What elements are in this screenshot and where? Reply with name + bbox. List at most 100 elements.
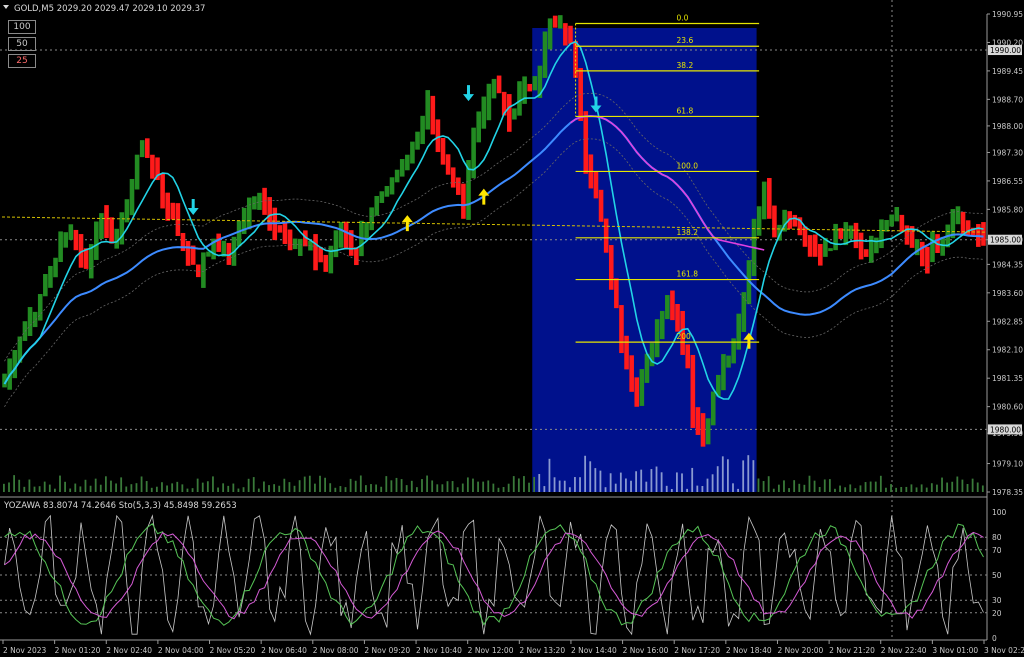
- time-tick-label: 3 Nov 02:20: [984, 646, 1024, 655]
- candle: [670, 290, 675, 321]
- volume-bar: [354, 480, 357, 492]
- candle: [160, 173, 165, 209]
- volume-bar: [737, 488, 739, 492]
- candle: [318, 247, 323, 263]
- volume-bar: [176, 481, 179, 492]
- volume-bar: [691, 467, 694, 492]
- price-tick-label: 1986.55: [992, 177, 1023, 186]
- volume-bar: [94, 478, 97, 492]
- price-tick-label: 1978.35: [992, 488, 1023, 497]
- symbol-header: GOLD,M5 2029.20 2029.47 2029.10 2029.37: [14, 4, 205, 14]
- time-tick-label: 2 Nov 13:20: [519, 646, 565, 655]
- dropdown-triangle-icon[interactable]: [3, 5, 9, 9]
- volume-bar: [161, 482, 163, 492]
- volume-bar: [828, 479, 831, 492]
- candle: [252, 196, 257, 210]
- fib-level-label: 38.2: [677, 61, 694, 70]
- volume-bar: [885, 487, 887, 492]
- fib-level-label: 138.2: [677, 228, 699, 237]
- candle: [634, 377, 640, 407]
- volume-bar: [329, 483, 332, 492]
- volume-bar: [625, 478, 627, 492]
- price-tick-label: 1985.80: [992, 205, 1023, 214]
- candle: [471, 127, 476, 179]
- timeframe-badge-50[interactable]: 50: [8, 37, 36, 51]
- candle: [195, 264, 201, 278]
- volume-bar: [415, 487, 418, 492]
- volume-bar: [466, 477, 469, 492]
- candle: [354, 247, 359, 266]
- volume-bar: [589, 461, 592, 492]
- candle: [527, 83, 532, 92]
- candle: [94, 221, 99, 260]
- volume-bar: [18, 479, 21, 492]
- time-tick-label: 2 Nov 08:00: [313, 646, 359, 655]
- volume-bar: [716, 466, 719, 492]
- volume-bar: [834, 488, 836, 492]
- chart-canvas[interactable]: 0.023.638.261.8100.0138.2161.8200 1990.9…: [0, 0, 1024, 657]
- timeframe-badge-25[interactable]: 25: [8, 54, 36, 68]
- volume-bar: [400, 479, 403, 492]
- candle: [389, 177, 395, 195]
- candle: [879, 219, 884, 249]
- volume-bar: [976, 482, 979, 492]
- candle: [603, 218, 609, 253]
- price-tick-label: 1979.10: [992, 460, 1023, 469]
- volume-bar: [558, 480, 561, 492]
- price-tick-label: 1988.00: [992, 122, 1023, 131]
- candle: [619, 305, 624, 354]
- candle: [955, 206, 961, 225]
- volume-bar: [385, 476, 388, 492]
- volume-bar: [54, 488, 56, 492]
- volume-bar: [196, 478, 199, 492]
- volume-bar: [482, 481, 485, 492]
- candle: [568, 25, 573, 44]
- candle: [333, 230, 339, 258]
- volume-bar: [33, 486, 36, 492]
- volume-bar: [553, 477, 556, 492]
- volume-bar: [681, 473, 683, 492]
- candle: [756, 206, 762, 236]
- candle: [659, 310, 665, 340]
- candle: [129, 178, 135, 216]
- time-tick-label: 2 Nov 04:00: [158, 646, 204, 655]
- oscillator-label: YOZAWA 83.8074 74.2646 Sto(5,3,3) 45.849…: [3, 501, 237, 511]
- volume-bar: [574, 477, 576, 492]
- volume-bar: [79, 486, 82, 492]
- volume-bar: [268, 485, 270, 492]
- volume-bar: [844, 487, 847, 492]
- volume-bar: [145, 481, 148, 492]
- candle: [767, 177, 772, 219]
- volume-bar: [69, 488, 72, 492]
- volume-bar: [263, 481, 265, 492]
- volume-bar: [783, 480, 785, 492]
- osc-tick-label: 20: [992, 609, 1002, 618]
- volume-bar: [115, 483, 117, 492]
- timeframe-badge-100[interactable]: 100: [8, 20, 36, 34]
- volume-bar: [186, 488, 189, 492]
- volume-bar: [609, 473, 612, 492]
- osc-tick-label: 70: [992, 546, 1002, 555]
- volume-bar: [43, 481, 46, 492]
- volume-bar: [370, 484, 372, 492]
- osc-tick-label: 0: [992, 634, 997, 643]
- volume-bar: [104, 476, 107, 492]
- osc-tick-label: 30: [992, 596, 1002, 605]
- volume-bar: [665, 485, 668, 492]
- candle: [338, 222, 344, 248]
- candle: [364, 221, 369, 240]
- volume-bar: [910, 484, 913, 492]
- candle: [435, 119, 441, 153]
- candle-bars[interactable]: [2, 15, 986, 447]
- axes: 1990.951990.201989.451988.701988.001987.…: [2, 10, 1024, 655]
- candle: [894, 207, 900, 222]
- osc-tick-label: 100: [992, 508, 1007, 517]
- candle: [848, 225, 854, 239]
- candle: [710, 391, 716, 426]
- candle: [833, 223, 838, 251]
- price-marker-label: 1985.00: [990, 236, 1021, 245]
- time-tick-label: 2 Nov 2023: [3, 646, 46, 655]
- candle: [726, 355, 731, 368]
- volume-bar: [125, 486, 128, 492]
- volume-bar: [359, 475, 362, 492]
